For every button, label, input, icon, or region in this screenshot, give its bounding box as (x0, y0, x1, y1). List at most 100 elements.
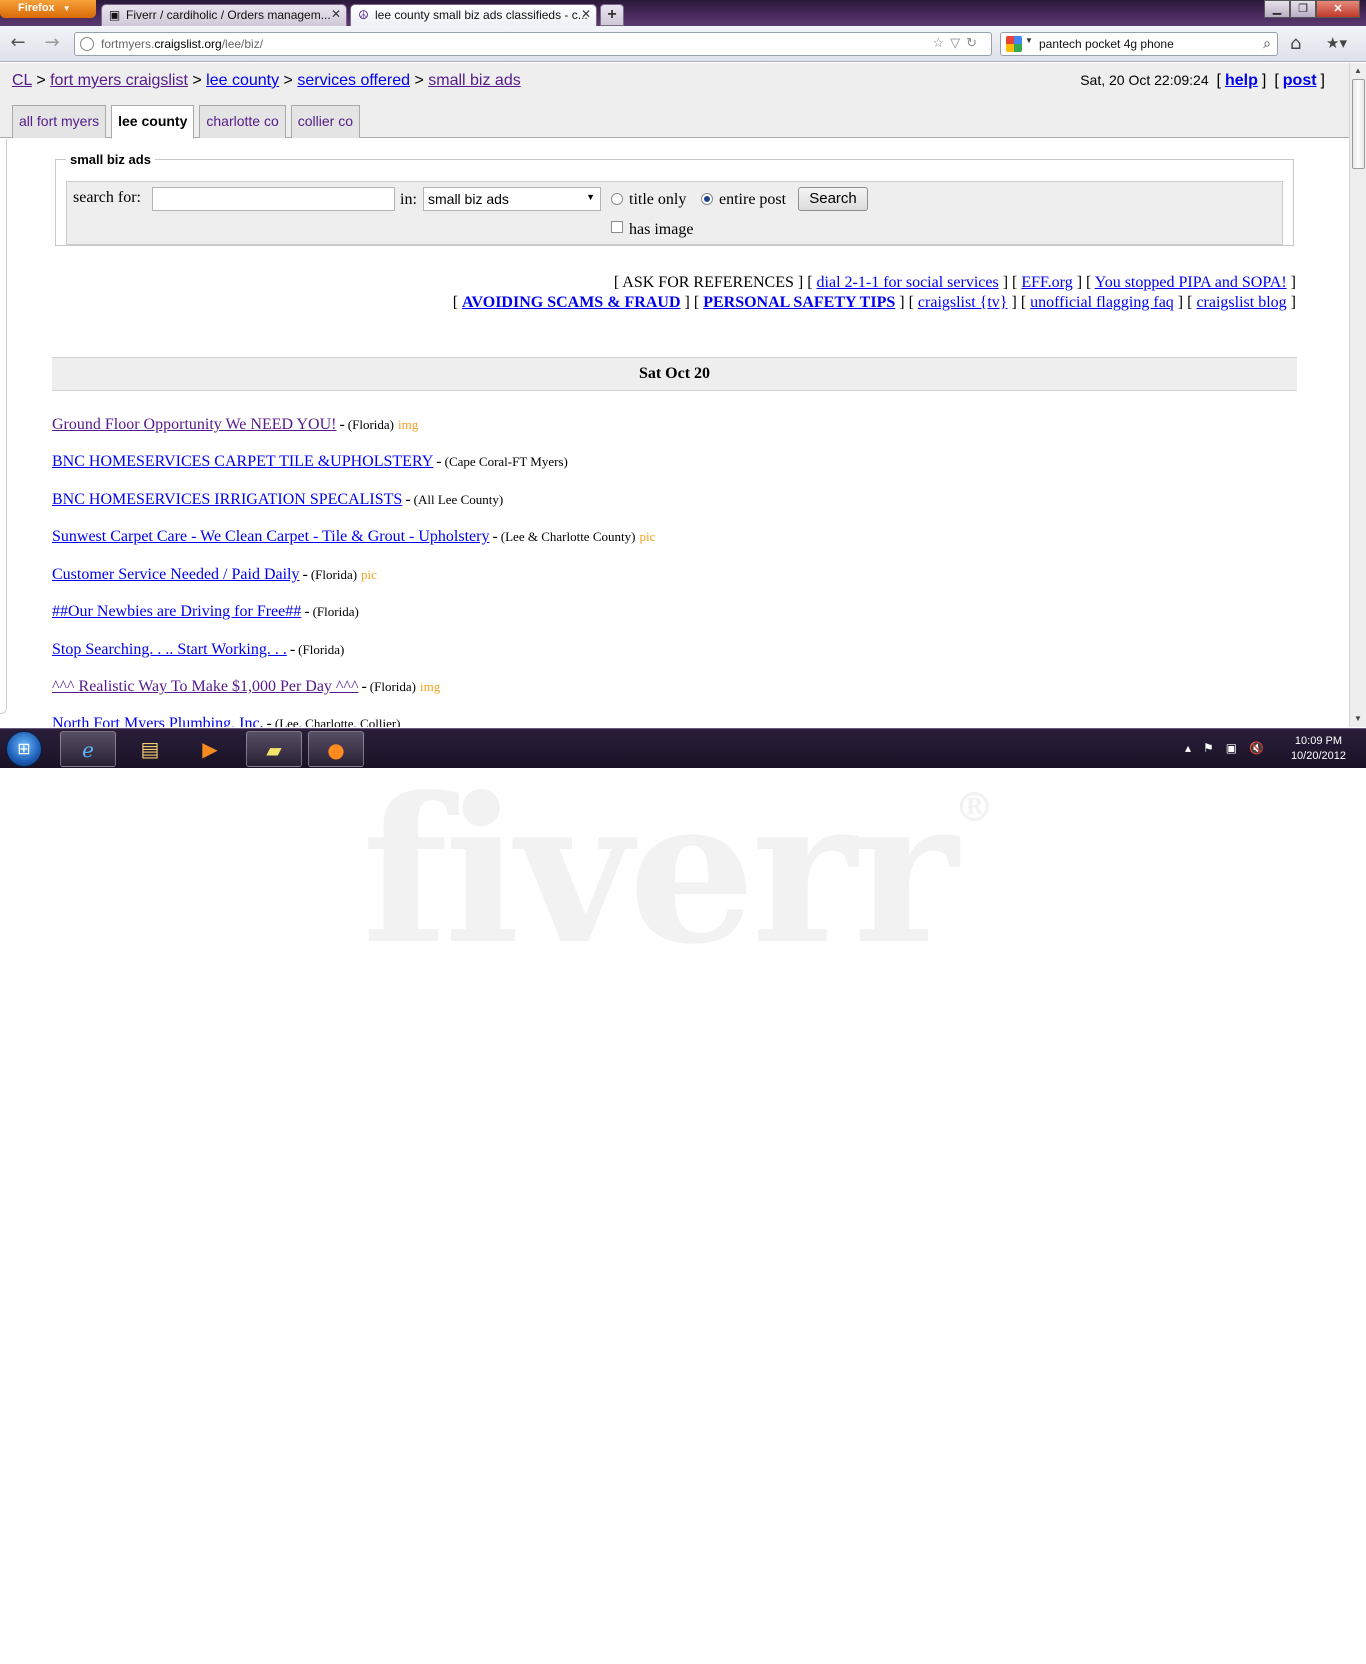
home-icon[interactable]: ⌂ (1290, 33, 1301, 54)
internet-explorer-icon[interactable]: ℯ (60, 731, 116, 767)
breadcrumb-separator: > (283, 72, 293, 89)
search-bar[interactable]: ▼ pantech pocket 4g phone ⌕ (1000, 32, 1278, 56)
minimize-icon[interactable]: ▁ (1264, 0, 1290, 18)
listing-title[interactable]: BNC HOMESERVICES CARPET TILE &UPHOLSTERY (52, 453, 433, 470)
globe-icon (80, 37, 94, 51)
close-window-icon[interactable]: ✕ (1316, 0, 1360, 18)
windows-start-icon[interactable]: ⊞ (6, 731, 42, 767)
entire-post-label: entire post (719, 191, 787, 208)
listing-title[interactable]: Customer Service Needed / Paid Daily (52, 566, 300, 583)
listing-location: (All Lee County) (413, 492, 504, 507)
firefox-icon[interactable]: ● (308, 731, 364, 767)
listing-title[interactable]: North Fort Myers Plumbing, Inc. (52, 715, 264, 727)
search-input[interactable] (152, 187, 395, 211)
taskbar-clock[interactable]: 10:09 PM 10/20/2012 (1291, 734, 1346, 764)
restore-icon[interactable]: ❐ (1290, 0, 1316, 18)
tab-collier-co[interactable]: collier co (290, 105, 360, 138)
pipa-sopa-link[interactable]: You stopped PIPA and SOPA! (1095, 274, 1287, 291)
chevron-down-icon: ▼ (586, 192, 595, 202)
search-button[interactable]: Search (798, 187, 868, 211)
breadcrumb-separator: > (36, 72, 46, 89)
listing-title[interactable]: ^^^ Realistic Way To Make $1,000 Per Day… (52, 678, 358, 695)
title-only-label: title only (629, 191, 687, 208)
breadcrumb-services-offered[interactable]: services offered (297, 72, 410, 89)
dial-211-link[interactable]: dial 2-1-1 for social services (817, 274, 999, 291)
breadcrumb-cl[interactable]: CL (12, 72, 32, 89)
scroll-up-arrow-icon[interactable]: ▲ (1350, 63, 1366, 79)
bookmark-star-icon[interactable]: ☆▽↻ (932, 35, 983, 51)
eff-link[interactable]: EFF.org (1021, 274, 1072, 291)
title-only-radio[interactable] (611, 193, 623, 205)
window-controls: ▁ ❐ ✕ (1264, 0, 1360, 18)
chevron-down-icon[interactable]: ▼ (1025, 36, 1033, 45)
close-icon[interactable]: ✕ (581, 7, 591, 21)
back-arrow-icon[interactable]: ← (8, 34, 28, 54)
tab-lee-county[interactable]: lee county (111, 105, 195, 139)
tab-all-fort-myers[interactable]: all fort myers (12, 105, 107, 138)
category-select[interactable]: small biz ads ▼ (423, 187, 601, 211)
list-item: Ground Floor Opportunity We NEED YOU! - (F… (52, 416, 419, 433)
post-link[interactable]: post (1283, 72, 1317, 89)
search-icon[interactable]: ⌕ (1263, 35, 1271, 52)
list-item: BNC HOMESERVICES IRRIGATION SPECALISTS -(… (52, 491, 504, 508)
fiverr-icon: ▣ (108, 8, 121, 22)
listing-location: (Florida) (310, 567, 358, 582)
has-image-label: has image (629, 221, 694, 238)
craigslist-header: CL > fort myers craigslist > lee county … (0, 63, 1349, 139)
listing-location: (Florida) (369, 679, 416, 694)
bookmarks-menu-icon[interactable]: ★▾ (1326, 34, 1347, 52)
media-player-icon[interactable]: ▶ (182, 731, 238, 767)
help-link[interactable]: help (1225, 72, 1258, 89)
url-path: /lee/biz/ (221, 37, 264, 51)
google-icon[interactable] (1006, 36, 1022, 52)
peace-icon: ☮ (358, 8, 369, 22)
tab-fiverr[interactable]: ▣ Fiverr / cardiholic / Orders managem..… (101, 4, 347, 26)
listing-pic-tag: pic (361, 567, 377, 582)
firefox-menu-button[interactable]: Firefox ▼ (0, 0, 96, 18)
clock-time: 10:09 PM (1294, 735, 1343, 747)
firefox-menu-label: Firefox (18, 2, 55, 14)
address-bar[interactable]: fortmyers.craigslist.org/lee/biz/ ☆▽↻ (74, 32, 992, 56)
tab-charlotte-co[interactable]: charlotte co (199, 105, 286, 138)
scroll-down-arrow-icon[interactable]: ▼ (1350, 711, 1366, 727)
tab-craigslist[interactable]: ☮ lee county small biz ads classifieds -… (350, 4, 597, 26)
breadcrumb-fort-myers[interactable]: fort myers craigslist (50, 72, 188, 89)
url-prefix: fortmyers. (101, 37, 155, 51)
list-item: ##Our Newbies are Driving for Free## - (Fl… (52, 603, 359, 620)
page-viewport: CL > fort myers craigslist > lee county … (0, 63, 1366, 727)
listing-title[interactable]: Ground Floor Opportunity We NEED YOU! (52, 416, 336, 433)
listing-title[interactable]: ##Our Newbies are Driving for Free## (52, 603, 301, 620)
flagging-faq-link[interactable]: unofficial flagging faq (1030, 294, 1174, 311)
listing-title[interactable]: Stop Searching. . .. Start Working. . . (52, 641, 287, 658)
safety-tips-link[interactable]: PERSONAL SAFETY TIPS (703, 294, 895, 311)
scrollbar-thumb[interactable] (1352, 79, 1365, 169)
breadcrumb-small-biz-ads[interactable]: small biz ads (428, 72, 520, 89)
folder-icon[interactable]: ▤ (122, 731, 178, 767)
new-tab-button[interactable]: + (600, 4, 624, 26)
clock-date: 10/20/2012 (1290, 750, 1346, 762)
listing-location: (Cape Coral-FT Myers) (444, 454, 568, 469)
listing-title[interactable]: Sunwest Carpet Care - We Clean Carpet - … (52, 528, 489, 545)
craigslist-blog-link[interactable]: craigslist blog (1196, 294, 1286, 311)
has-image-checkbox[interactable] (611, 221, 623, 233)
close-icon[interactable]: ✕ (331, 7, 341, 21)
listing-location: (Florida) (312, 604, 359, 619)
search-query: pantech pocket 4g phone (1039, 37, 1174, 51)
chevron-down-icon: ▼ (62, 4, 71, 13)
breadcrumb-separator: > (192, 72, 202, 89)
list-item: BNC HOMESERVICES CARPET TILE &UPHOLSTERY… (52, 453, 568, 470)
listing-img-tag: img (398, 417, 419, 432)
avoiding-scams-link[interactable]: AVOIDING SCAMS & FRAUD (462, 294, 681, 311)
list-item: Sunwest Carpet Care - We Clean Carpet - … (52, 528, 656, 545)
entire-post-radio[interactable] (701, 193, 713, 205)
vertical-scrollbar[interactable]: ▲ ▼ (1349, 63, 1366, 727)
sticky-notes-icon[interactable]: ▰ (246, 731, 302, 767)
system-tray-icons[interactable]: ▴⚑▣🔇 (1185, 741, 1276, 755)
breadcrumb-lee-county[interactable]: lee county (206, 72, 279, 89)
watermark-text: fiverr (362, 754, 958, 989)
listing-title[interactable]: BNC HOMESERVICES IRRIGATION SPECALISTS (52, 491, 402, 508)
forward-arrow-icon[interactable]: → (42, 34, 62, 54)
listing-location: (Lee & Charlotte County) (500, 529, 636, 544)
search-form: small biz ads search for: in: small biz … (55, 152, 1294, 246)
craigslist-tv-link[interactable]: craigslist {tv} (918, 294, 1008, 311)
